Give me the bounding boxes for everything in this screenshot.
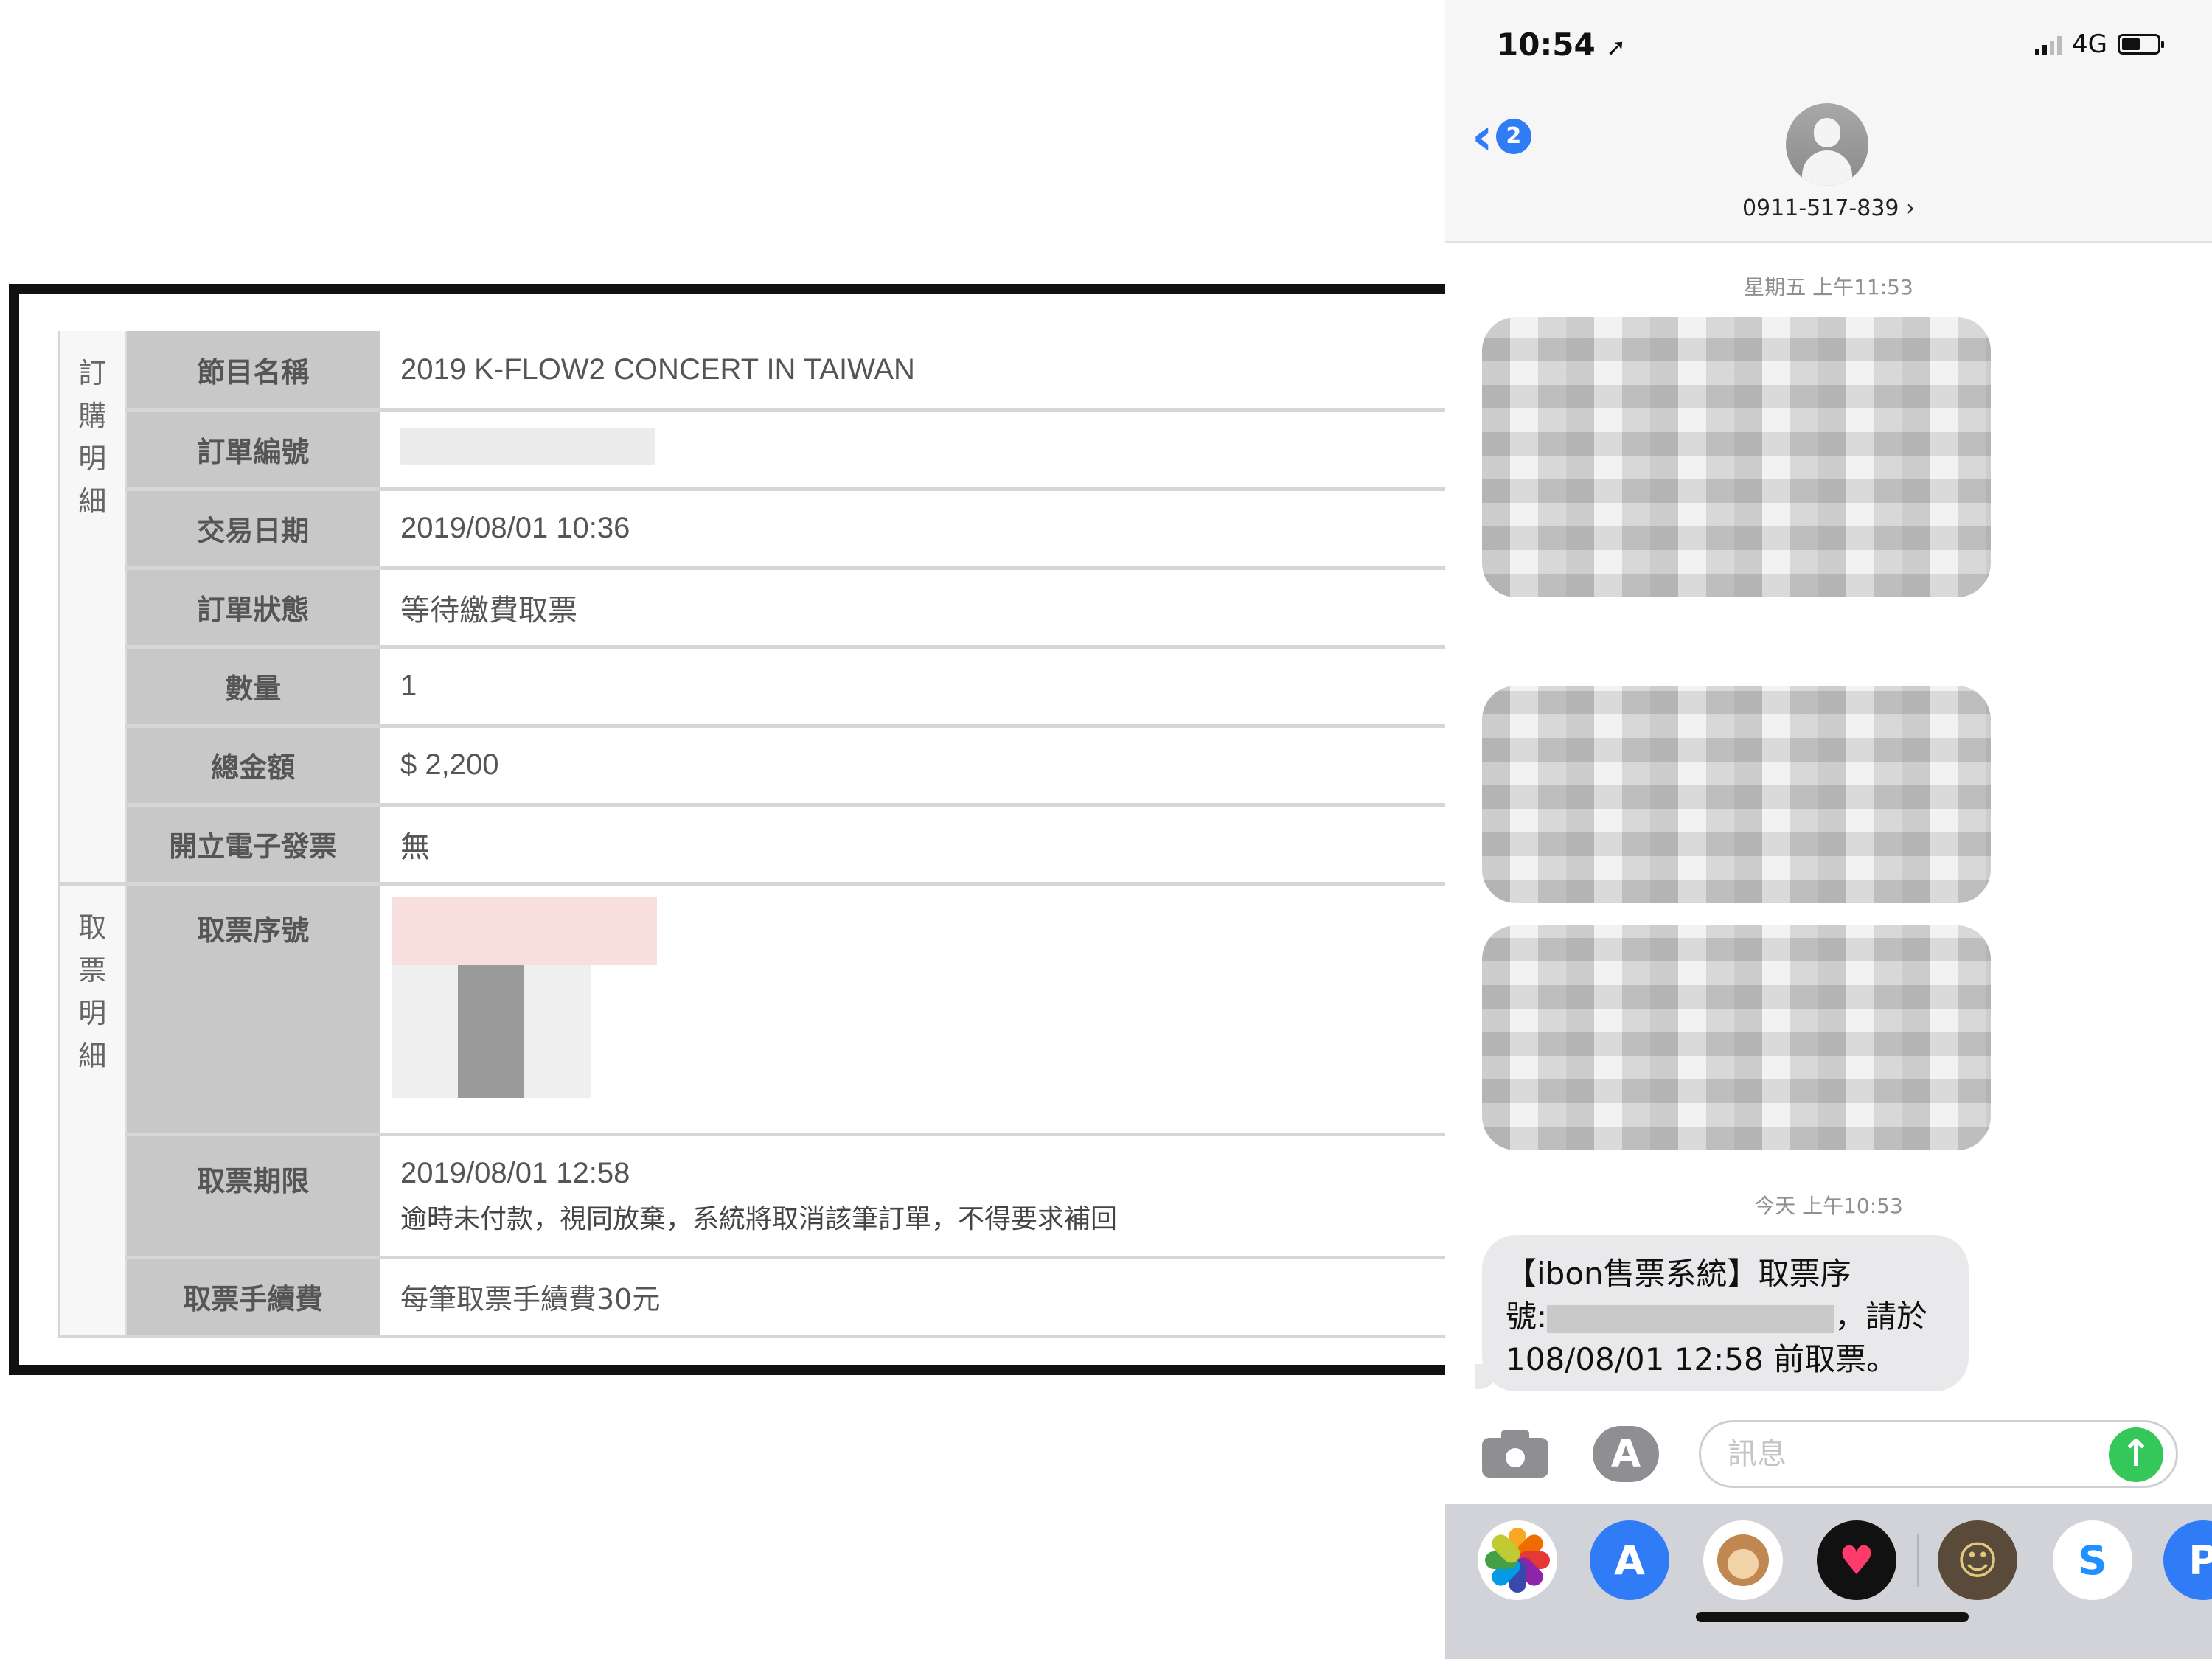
order-number-value <box>380 410 1445 491</box>
message-timestamp: 今天 上午10:53 <box>1754 1194 1903 1218</box>
quantity-label: 數量 <box>125 647 380 728</box>
status-bar: 10:54 ➚ 4G <box>1445 0 2212 88</box>
phone-messages-screen: 10:54 ➚ 4G ‹ 2 0911-517-839 › 星期五 上午11:5… <box>1445 0 2212 1659</box>
network-type: 4G <box>2072 29 2107 59</box>
sms-line: 【ibon售票系統】取票序 <box>1506 1256 1851 1292</box>
pickup-fee-value: 每筆取票手續費30元 <box>380 1257 1445 1338</box>
pickup-serial-label: 取票序號 <box>125 883 380 1136</box>
camera-icon[interactable] <box>1482 1429 1548 1478</box>
status-time: 10:54 ➚ <box>1497 27 1627 63</box>
app-store-icon[interactable]: A <box>1590 1520 1669 1600</box>
table-row: 訂單編號 <box>59 410 1445 491</box>
total-amount-label: 總金額 <box>125 726 380 807</box>
program-name-label: 節目名稱 <box>125 331 380 412</box>
table-row: 訂單狀態 等待繳費取票 <box>59 568 1445 649</box>
status-indicators: 4G <box>2035 29 2164 59</box>
contact-avatar[interactable] <box>1786 103 1868 186</box>
blurred-message-bubble <box>1482 317 1991 597</box>
pickup-deadline-label: 取票期限 <box>125 1134 380 1259</box>
photos-icon[interactable] <box>1478 1520 1557 1600</box>
conversation-header: ‹ 2 0911-517-839 › <box>1445 88 2212 243</box>
redacted-barcode <box>392 964 591 1098</box>
table-row: 總金額 $ 2,200 <box>59 726 1445 807</box>
redacted-order-number <box>400 427 655 465</box>
transaction-date-value: 2019/08/01 10:36 <box>380 489 1445 570</box>
group-label-purchase: 訂 購 明 細 <box>58 331 127 886</box>
table-row: 訂 購 明 細 節目名稱 2019 K-FLOW2 CONCERT IN TAI… <box>58 331 1445 886</box>
table-row: 數量 1 <box>59 647 1445 728</box>
animoji-icon[interactable] <box>1703 1520 1783 1600</box>
quantity-value: 1 <box>380 647 1445 728</box>
message-input-bar: A 訊息 ↑ <box>1445 1408 2212 1504</box>
digital-touch-icon[interactable]: ♥ <box>1817 1520 1896 1600</box>
redacted-serial <box>1547 1304 1835 1333</box>
drawer-divider <box>1917 1534 1919 1587</box>
shazam-icon[interactable]: S <box>2053 1520 2132 1600</box>
sticker-icon[interactable]: ☺ <box>1938 1520 2017 1600</box>
order-status-label: 訂單狀態 <box>125 568 380 649</box>
battery-icon <box>2118 34 2164 55</box>
sms-line: 108/08/01 12:58 前取票。 <box>1506 1341 1898 1377</box>
home-indicator[interactable] <box>1696 1612 1969 1622</box>
send-arrow-icon[interactable]: ↑ <box>2109 1427 2163 1482</box>
table-row: 取票手續費 每筆取票手續費30元 <box>59 1257 1445 1338</box>
contact-number[interactable]: 0911-517-839 › <box>1445 195 2212 221</box>
pickup-deadline-note: 逾時未付款，視同放棄，系統將取消該筆訂單，不得要求補回 <box>400 1203 1118 1234</box>
back-button[interactable]: ‹ 2 <box>1472 111 1531 162</box>
table-row: 取票期限 2019/08/01 12:58 逾時未付款，視同放棄，系統將取消該筆… <box>59 1134 1445 1259</box>
redacted-serial-number <box>392 897 657 965</box>
total-amount-value: $ 2,200 <box>380 726 1445 807</box>
table-row: 交易日期 2019/08/01 10:36 <box>59 489 1445 570</box>
e-invoice-label: 開立電子發票 <box>125 804 380 886</box>
maps-icon[interactable]: P <box>2163 1520 2212 1600</box>
imessage-app-drawer: A ♥ ☺ S P <box>1445 1504 2212 1659</box>
chevron-left-icon: ‹ <box>1472 106 1493 167</box>
app-store-icon[interactable]: A <box>1593 1426 1659 1482</box>
transaction-date-label: 交易日期 <box>125 489 380 570</box>
order-details-panel: 訂 購 明 細 節目名稱 2019 K-FLOW2 CONCERT IN TAI… <box>9 284 1445 1375</box>
pickup-serial-value <box>380 883 1445 1136</box>
blurred-message-bubble <box>1482 925 1991 1150</box>
pickup-deadline-date: 2019/08/01 12:58 <box>400 1156 630 1189</box>
sms-line: 號: ，請於 <box>1506 1298 1928 1335</box>
program-name-value: 2019 K-FLOW2 CONCERT IN TAIWAN <box>380 331 1445 412</box>
unread-count-badge: 2 <box>1495 119 1531 154</box>
blurred-message-bubble <box>1482 686 1991 903</box>
table-row: 取 票 明 細 取票序號 <box>58 883 1445 1338</box>
signal-strength-icon <box>2035 33 2062 55</box>
ibon-sms-bubble: 【ibon售票系統】取票序 號: ，請於 108/08/01 12:58 前取票。 <box>1482 1235 1969 1391</box>
location-arrow-icon: ➚ <box>1606 33 1627 61</box>
order-status-value: 等待繳費取票 <box>380 568 1445 649</box>
message-timestamp: 星期五 上午11:53 <box>1744 275 1913 299</box>
order-details-table: 訂 購 明 細 節目名稱 2019 K-FLOW2 CONCERT IN TAI… <box>58 331 1445 1338</box>
group-label-pickup: 取 票 明 細 <box>58 883 127 1338</box>
message-input[interactable]: 訊息 <box>1699 1420 2178 1488</box>
table-row: 開立電子發票 無 <box>59 804 1445 886</box>
order-number-label: 訂單編號 <box>125 410 380 491</box>
e-invoice-value: 無 <box>380 804 1445 886</box>
pickup-deadline-value: 2019/08/01 12:58 逾時未付款，視同放棄，系統將取消該筆訂單，不得… <box>380 1134 1445 1259</box>
pickup-fee-label: 取票手續費 <box>125 1257 380 1338</box>
